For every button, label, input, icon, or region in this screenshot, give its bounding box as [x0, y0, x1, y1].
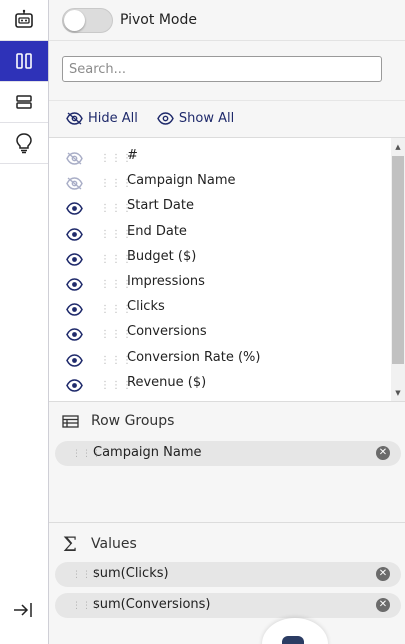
column-label: # — [127, 148, 138, 163]
rail-item-assistant[interactable] — [0, 0, 48, 41]
column-item[interactable]: ⋮⋮⋮ Revenue ($) — [49, 371, 391, 396]
row-groups-title: Row Groups — [91, 413, 175, 429]
column-item[interactable]: ⋮⋮⋮ Conversion Rate (%) — [49, 346, 391, 371]
column-list-scrollbar[interactable]: ▲ ▼ — [391, 138, 405, 401]
column-item[interactable]: ⋮⋮⋮ Campaign Name — [49, 169, 391, 194]
values-section: Σ Values ⋮⋮⋮ sum(Clicks) ✕ ⋮⋮⋮ sum(Conve… — [49, 522, 405, 644]
scroll-thumb[interactable] — [392, 156, 404, 364]
rows-icon — [16, 95, 32, 109]
column-label: Start Date — [127, 198, 194, 214]
value-label: sum(Clicks) — [93, 566, 169, 581]
visibility-controls: Hide All Show All — [49, 100, 405, 136]
eye-off-icon[interactable] — [66, 150, 83, 169]
eye-icon[interactable] — [66, 251, 83, 270]
column-label: Revenue ($) — [127, 374, 207, 390]
eye-off-icon — [66, 112, 83, 125]
columns-icon — [16, 53, 32, 69]
hide-all-label: Hide All — [88, 111, 138, 126]
values-title: Values — [91, 536, 137, 552]
column-label: Impressions — [127, 274, 205, 289]
search-area — [49, 40, 405, 100]
column-item[interactable]: ⋮⋮⋮ Start Date — [49, 194, 391, 219]
eye-icon[interactable] — [66, 226, 83, 245]
rail-item-rows[interactable] — [0, 82, 48, 123]
column-label: End Date — [127, 223, 187, 239]
side-rail — [0, 0, 49, 644]
pivot-mode-toggle[interactable] — [62, 7, 113, 33]
rail-item-insights[interactable] — [0, 123, 48, 164]
column-search-input[interactable] — [62, 56, 382, 82]
table-icon — [60, 414, 80, 428]
remove-icon[interactable]: ✕ — [376, 446, 390, 460]
column-label: Conversions — [127, 324, 207, 340]
eye-icon — [157, 112, 174, 125]
eye-icon[interactable] — [66, 326, 83, 345]
lightbulb-icon — [16, 133, 32, 154]
value-pill[interactable]: ⋮⋮⋮ sum(Clicks) ✕ — [55, 562, 401, 587]
remove-icon[interactable]: ✕ — [376, 567, 390, 581]
column-item[interactable]: ⋮⋮⋮ # — [49, 144, 391, 169]
column-label: Budget ($) — [127, 248, 197, 264]
value-label: sum(Conversions) — [93, 597, 211, 612]
remove-icon[interactable]: ✕ — [376, 598, 390, 612]
sigma-icon: Σ — [62, 532, 78, 556]
column-tool-panel: Pivot Mode Hide All Show All ⋮⋮⋮#⋮⋮⋮Camp… — [49, 0, 405, 644]
row-groups-header: Row Groups — [60, 413, 174, 429]
rail-item-columns[interactable] — [0, 41, 48, 82]
column-list: ⋮⋮⋮ # ⋮⋮⋮ Campaign Name ⋮⋮⋮ Start Date ⋮⋮⋮ End … — [49, 137, 405, 401]
collapse-panel-button[interactable] — [12, 600, 34, 620]
robot-icon — [15, 9, 33, 28]
show-all-button[interactable]: Show All — [157, 111, 234, 126]
column-item[interactable]: ⋮⋮⋮ Impressions — [49, 270, 391, 295]
toggle-knob — [64, 9, 85, 31]
pivot-mode-label: Pivot Mode — [120, 12, 197, 28]
collapse-right-icon — [14, 603, 32, 617]
column-label: Clicks — [127, 299, 165, 315]
column-label: Campaign Name — [127, 173, 236, 189]
values-header: Σ Values — [60, 534, 137, 554]
row-group-pill[interactable]: ⋮⋮⋮ Campaign Name ✕ — [55, 441, 401, 466]
pivot-mode-bar: Pivot Mode — [49, 0, 405, 40]
eye-off-icon[interactable] — [66, 175, 83, 194]
column-item[interactable]: ⋮⋮⋮ Budget ($) — [49, 245, 391, 270]
value-pill[interactable]: ⋮⋮⋮ sum(Conversions) ✕ — [55, 593, 401, 618]
eye-icon[interactable] — [66, 352, 83, 371]
column-item[interactable]: ⋮⋮⋮ End Date — [49, 220, 391, 245]
column-label: Conversion Rate (%) — [127, 349, 261, 365]
eye-icon[interactable] — [66, 377, 83, 396]
column-item[interactable]: ⋮⋮⋮ Conversions — [49, 320, 391, 345]
show-all-label: Show All — [178, 111, 235, 126]
fab-icon — [282, 636, 304, 644]
eye-icon[interactable] — [66, 301, 83, 320]
scroll-up-arrow[interactable]: ▲ — [391, 140, 405, 154]
column-item[interactable]: ⋮⋮⋮ Clicks — [49, 295, 391, 320]
eye-icon[interactable] — [66, 276, 83, 295]
row-group-label: Campaign Name — [93, 445, 202, 460]
row-groups-section: Row Groups ⋮⋮⋮ Campaign Name ✕ — [49, 401, 405, 522]
scroll-down-arrow[interactable]: ▼ — [391, 386, 405, 400]
eye-icon[interactable] — [66, 200, 83, 219]
hide-all-button[interactable]: Hide All — [66, 111, 138, 126]
